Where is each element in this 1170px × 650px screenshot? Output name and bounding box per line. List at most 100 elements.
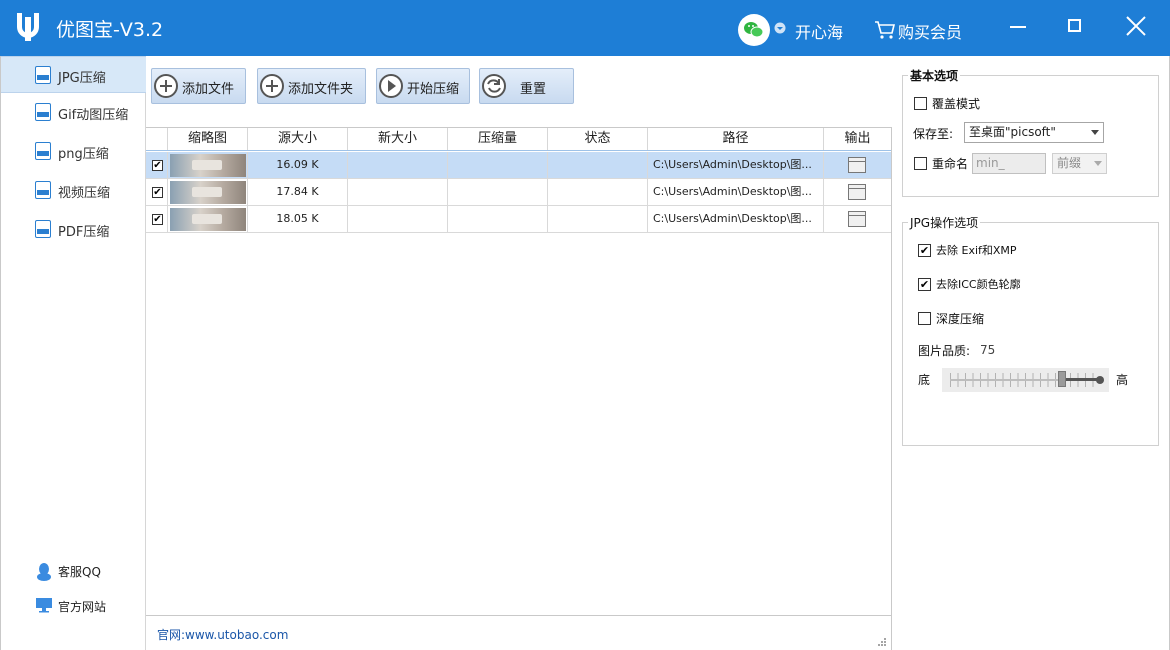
thumbnail-image xyxy=(170,181,246,204)
deep-compress-checkbox[interactable] xyxy=(918,312,931,325)
reset-label: 重置 xyxy=(520,82,547,97)
row-checkbox[interactable]: ✔ xyxy=(152,187,163,198)
new-size-cell xyxy=(348,179,448,205)
close-icon[interactable] xyxy=(1122,12,1150,40)
sidebar-item-label: Gif动图压缩 xyxy=(58,108,129,123)
slider-end xyxy=(1096,376,1104,384)
remove-icc-label: 去除ICC颜色轮廓 xyxy=(936,278,1021,291)
source-size-cell: 17.84 K xyxy=(248,179,348,205)
start-compress-button[interactable]: 开始压缩 xyxy=(376,68,470,104)
header-new-size[interactable]: 新大小 xyxy=(348,128,448,150)
rename-input[interactable]: min_ xyxy=(972,153,1046,174)
cart-icon[interactable] xyxy=(874,20,896,40)
reduction-cell xyxy=(448,206,548,232)
gif-file-icon xyxy=(35,103,51,121)
add-folder-label: 添加文件夹 xyxy=(288,82,354,97)
remove-icc-checkbox[interactable]: ✔ xyxy=(918,278,931,291)
header-source-size[interactable]: 源大小 xyxy=(248,128,348,150)
table-header: 缩略图 源大小 新大小 压缩量 状态 路径 输出 xyxy=(146,128,891,151)
sidebar-item-label: JPG压缩 xyxy=(58,71,106,86)
header-thumbnail[interactable]: 缩略图 xyxy=(168,128,248,150)
folder-icon[interactable] xyxy=(848,184,866,200)
monitor-icon xyxy=(36,598,52,613)
customer-service-qq[interactable]: 客服QQ xyxy=(1,559,146,585)
sidebar-item-pdf[interactable]: PDF压缩 xyxy=(1,211,146,248)
quality-low-label: 底 xyxy=(918,373,931,387)
header-path[interactable]: 路径 xyxy=(648,128,824,150)
overwrite-mode-checkbox[interactable] xyxy=(914,97,927,110)
official-website-link[interactable]: 官方网站 xyxy=(1,594,146,620)
reset-button[interactable]: 重置 xyxy=(479,68,574,104)
sidebar-item-label: 视频压缩 xyxy=(58,186,111,201)
add-folder-button[interactable]: 添加文件夹 xyxy=(257,68,366,104)
status-cell xyxy=(548,152,648,178)
buy-membership-button[interactable]: 购买会员 xyxy=(898,19,962,43)
folder-icon[interactable] xyxy=(848,211,866,227)
header-select xyxy=(146,128,168,150)
app-logo-icon xyxy=(17,13,39,41)
save-to-select[interactable]: 至桌面"picsoft" xyxy=(964,122,1104,143)
status-bar: 官网:www.utobao.com xyxy=(146,615,892,650)
slider-handle[interactable] xyxy=(1058,371,1066,387)
remove-exif-checkbox[interactable]: ✔ xyxy=(918,244,931,257)
overwrite-mode-label: 覆盖模式 xyxy=(932,97,981,111)
rename-label: 重命名 xyxy=(932,157,969,171)
chevron-down-icon[interactable] xyxy=(774,22,786,34)
sidebar-item-label: PDF压缩 xyxy=(58,225,110,240)
app-title: 优图宝-V3.2 xyxy=(56,19,164,41)
reduction-cell xyxy=(448,179,548,205)
table-row[interactable]: ✔ 17.84 K C:\Users\Admin\Desktop\图... xyxy=(146,179,891,206)
quality-label: 图片品质: xyxy=(918,344,971,358)
qq-penguin-icon xyxy=(37,563,51,581)
user-name[interactable]: 开心海 xyxy=(795,19,843,43)
path-cell: C:\Users\Admin\Desktop\图... xyxy=(648,179,824,205)
plus-circle-icon xyxy=(154,74,178,98)
resize-grip-icon[interactable] xyxy=(877,637,887,647)
plus-circle-icon xyxy=(260,74,284,98)
status-cell xyxy=(548,206,648,232)
thumbnail-image xyxy=(170,154,246,177)
sidebar: JPG压缩 Gif动图压缩 png压缩 视频压缩 PDF压缩 客服QQ 官方网站 xyxy=(0,56,146,650)
quality-high-label: 高 xyxy=(1116,373,1129,387)
header-status[interactable]: 状态 xyxy=(548,128,648,150)
minimize-icon[interactable] xyxy=(1007,14,1033,40)
png-file-icon xyxy=(35,142,51,160)
quality-slider[interactable] xyxy=(942,368,1109,392)
path-cell: C:\Users\Admin\Desktop\图... xyxy=(648,152,824,178)
sidebar-item-jpg[interactable]: JPG压缩 xyxy=(1,56,146,93)
new-size-cell xyxy=(348,206,448,232)
row-checkbox[interactable]: ✔ xyxy=(152,160,163,171)
official-site-link[interactable]: 官网:www.utobao.com xyxy=(157,626,288,643)
header-output[interactable]: 输出 xyxy=(824,128,891,150)
prefix-value: 前缀 xyxy=(1057,156,1082,170)
slider-fill xyxy=(1062,378,1100,381)
title-bar: 优图宝-V3.2 开心海 购买会员 xyxy=(0,0,1170,56)
basic-options-title: 基本选项 xyxy=(908,67,961,84)
add-file-button[interactable]: 添加文件 xyxy=(151,68,246,104)
rename-checkbox[interactable] xyxy=(914,157,927,170)
table-row[interactable]: ✔ 16.09 K C:\Users\Admin\Desktop\图... xyxy=(146,152,891,179)
video-file-icon xyxy=(35,181,51,199)
save-to-label: 保存至: xyxy=(913,127,954,141)
official-website-label: 官方网站 xyxy=(58,600,107,614)
header-reduction[interactable]: 压缩量 xyxy=(448,128,548,150)
chevron-down-icon xyxy=(1094,161,1102,166)
table-row[interactable]: ✔ 18.05 K C:\Users\Admin\Desktop\图... xyxy=(146,206,891,233)
path-cell: C:\Users\Admin\Desktop\图... xyxy=(648,206,824,232)
start-compress-label: 开始压缩 xyxy=(407,82,460,97)
thumbnail-image xyxy=(170,208,246,231)
prefix-select[interactable]: 前缀 xyxy=(1052,153,1107,174)
sidebar-item-png[interactable]: png压缩 xyxy=(1,133,146,170)
wechat-avatar-icon[interactable] xyxy=(738,14,770,46)
row-checkbox[interactable]: ✔ xyxy=(152,214,163,225)
reduction-cell xyxy=(448,152,548,178)
customer-service-label: 客服QQ xyxy=(58,565,101,579)
file-table: 缩略图 源大小 新大小 压缩量 状态 路径 输出 ✔ 16.09 K C:\Us… xyxy=(146,127,892,615)
sidebar-item-video[interactable]: 视频压缩 xyxy=(1,172,146,209)
sidebar-item-label: png压缩 xyxy=(58,147,109,162)
deep-compress-label: 深度压缩 xyxy=(936,312,985,326)
sidebar-item-gif[interactable]: Gif动图压缩 xyxy=(1,94,146,131)
folder-icon[interactable] xyxy=(848,157,866,173)
source-size-cell: 18.05 K xyxy=(248,206,348,232)
maximize-icon[interactable] xyxy=(1062,12,1088,38)
